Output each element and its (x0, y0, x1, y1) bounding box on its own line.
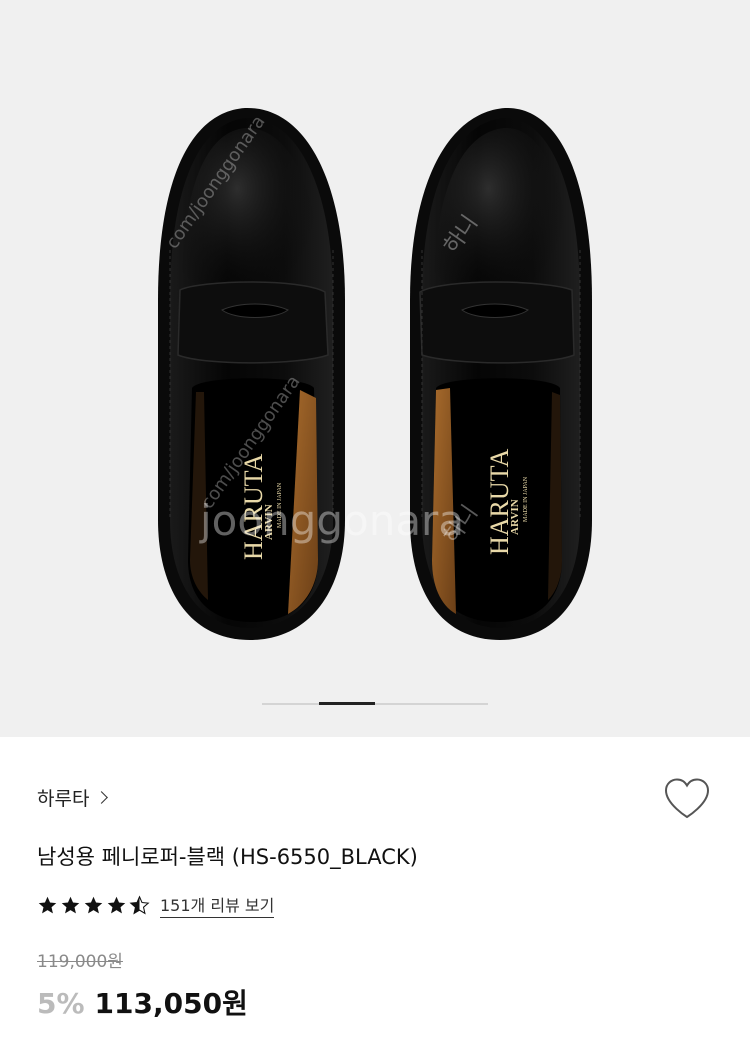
product-photo: HARUTA ARVIN MADE IN JAPAN HARUTA ARVIN … (158, 107, 592, 641)
right-shoe (410, 107, 592, 641)
svg-text:ARVIN: ARVIN (509, 499, 521, 535)
chevron-right-icon (95, 791, 109, 804)
star-icon (84, 896, 103, 913)
product-image-gallery[interactable]: HARUTA ARVIN MADE IN JAPAN HARUTA ARVIN … (0, 0, 750, 737)
svg-text:MADE IN JAPAN: MADE IN JAPAN (277, 482, 283, 528)
svg-text:MADE IN JAPAN: MADE IN JAPAN (523, 476, 529, 522)
product-info: 하루타 남성용 페니로퍼-블랙 (HS-6550_BLACK) 151개 리뷰 … (0, 737, 750, 1044)
sale-price: 113,050원 (94, 987, 248, 1020)
star-icon (107, 896, 126, 913)
star-icon (38, 896, 57, 913)
price-row: 5% 113,050원 (37, 982, 248, 1022)
brand-name: 하루타 (37, 788, 90, 810)
svg-text:ARVIN: ARVIN (263, 504, 275, 540)
rating-stars (37, 894, 150, 916)
slide-indicator[interactable] (262, 702, 488, 705)
review-link[interactable]: 151개 리뷰 보기 (160, 892, 275, 918)
original-price: 119,000원 (37, 952, 123, 972)
rating-row: 151개 리뷰 보기 (37, 892, 275, 918)
half-star-icon (129, 894, 150, 914)
brand-link[interactable]: 하루타 (37, 784, 109, 811)
product-title: 남성용 페니로퍼-블랙 (HS-6550_BLACK) (37, 845, 418, 869)
discount-rate: 5% (37, 987, 85, 1020)
heart-icon[interactable] (663, 777, 711, 821)
star-icon (61, 896, 80, 913)
slide-indicator-active (319, 702, 375, 705)
